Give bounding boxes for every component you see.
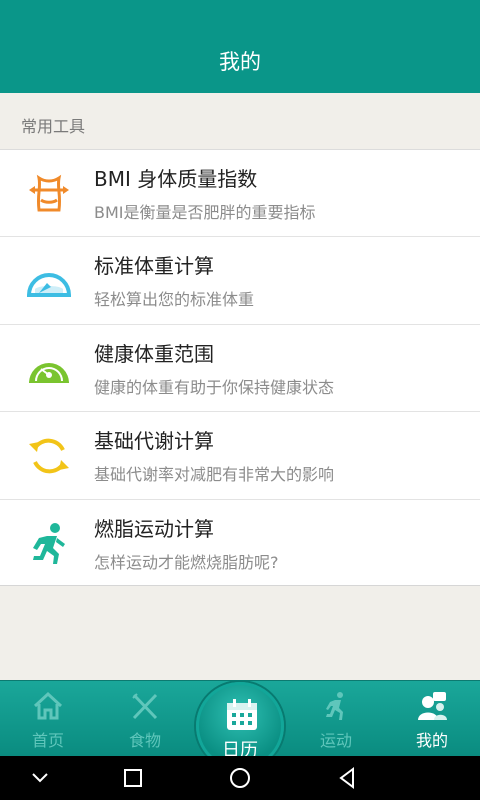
tool-title: 基础代谢计算 [94,429,214,454]
tab-mine[interactable]: 我的 [392,681,472,757]
tool-subtitle: BMI是衡量是否肥胖的重要指标 [94,203,316,222]
recent-apps-icon[interactable] [120,765,146,791]
tab-exercise[interactable]: 运动 [296,681,376,757]
tool-item-bmi[interactable]: BMI 身体质量指数 BMI是衡量是否肥胖的重要指标 [0,150,480,238]
tools-list: BMI 身体质量指数 BMI是衡量是否肥胖的重要指标 标准体重计算 轻松算出您的… [0,149,480,586]
user-profile-icon [418,692,447,720]
calendar-icon [227,699,257,730]
section-label: 常用工具 [21,117,86,136]
tool-title: 标准体重计算 [94,254,214,279]
tab-label: 运动 [319,731,352,750]
tool-title: 燃脂运动计算 [94,516,214,541]
cycle-arrows-icon [29,438,69,474]
tool-title: BMI 身体质量指数 [94,167,258,191]
tool-title: 健康体重范围 [94,341,214,366]
tab-label: 食物 [128,731,161,750]
home-circle-icon[interactable] [227,765,253,791]
tool-item-metabolism[interactable]: 基础代谢计算 基础代谢率对减肥有非常大的影响 [0,412,480,500]
status-bar [0,0,480,24]
tool-subtitle: 怎样运动才能燃烧脂肪呢? [94,552,279,572]
app-header: 我的 [0,0,480,93]
system-nav-bar [0,756,480,800]
tab-label: 我的 [415,731,448,750]
chevron-down-icon[interactable] [27,765,53,791]
tool-item-standard-weight[interactable]: 标准体重计算 轻松算出您的标准体重 [0,237,480,325]
tool-subtitle: 基础代谢率对减肥有非常大的影响 [94,465,335,485]
tool-subtitle: 轻松算出您的标准体重 [94,290,255,310]
page-title: 我的 [219,50,261,74]
home-icon [33,691,63,720]
tool-subtitle: 健康的体重有助于你保持健康状态 [94,377,335,397]
tool-item-healthy-range[interactable]: 健康体重范围 健康的体重有助于你保持健康状态 [0,325,480,413]
tab-food[interactable]: 食物 [105,681,185,757]
fork-knife-icon [132,693,158,720]
waist-measure-icon [29,174,69,212]
tab-label: 首页 [31,731,64,750]
running-man-icon [33,522,65,564]
tab-home[interactable]: 首页 [8,681,88,757]
health-gauge-icon [29,362,69,383]
running-icon [326,692,343,720]
tool-item-fat-burn[interactable]: 燃脂运动计算 怎样运动才能燃烧脂肪呢? [0,500,480,587]
scale-gauge-icon [26,273,72,298]
back-triangle-icon[interactable] [334,765,360,791]
